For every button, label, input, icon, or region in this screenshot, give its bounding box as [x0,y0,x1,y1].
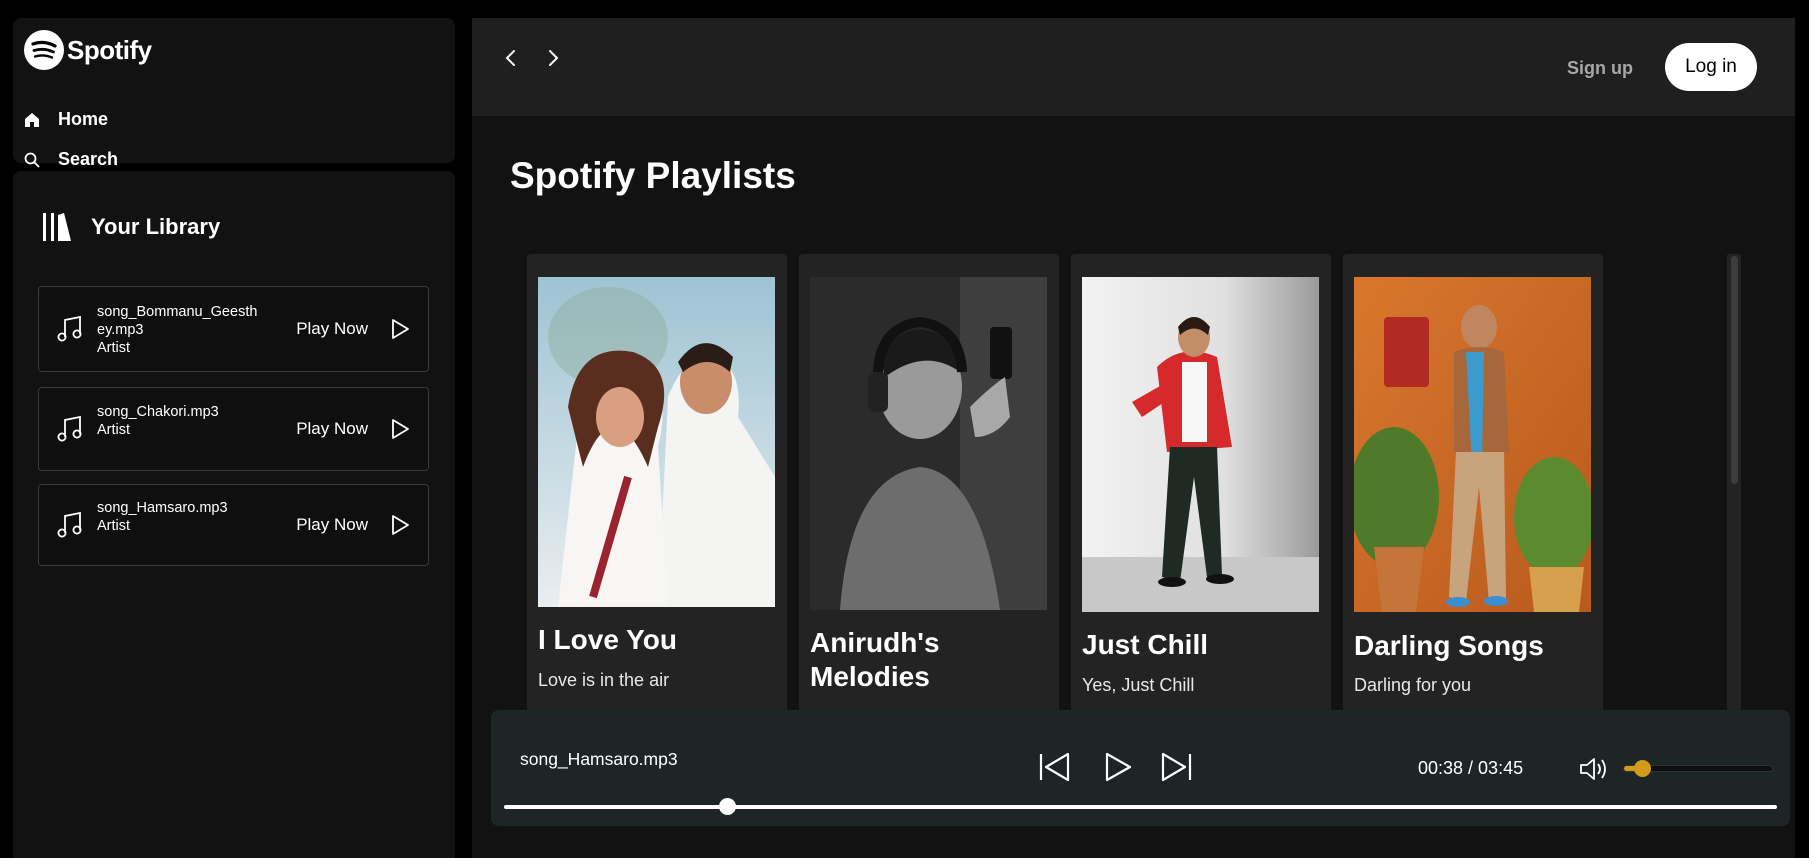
chevron-left-icon [505,50,515,66]
scrollbar-thumb[interactable] [1731,256,1738,484]
playlist-card[interactable]: Just Chill Yes, Just Chill [1071,254,1331,729]
library-song-card[interactable]: song_Hamsaro.mp3 Artist Play Now [38,484,429,566]
spotify-wordmark: Spotify [67,34,152,65]
playlist-title: I Love You [538,624,677,655]
music-note-icon [57,511,82,538]
nav-item-label: Home [58,109,109,129]
playlist-card[interactable]: I Love You Love is in the air [527,254,787,729]
back-button[interactable] [496,44,524,72]
volume-icon[interactable] [1579,756,1609,782]
song-info: song_Hamsaro.mp3 Artist [97,499,267,535]
play-pause-icon[interactable] [1103,751,1133,783]
nav-panel: Spotify Home Search [13,18,455,169]
play-icon[interactable] [390,514,410,536]
nav-item-home[interactable]: Home [24,109,108,130]
song-name: song_Chakori.mp3 [97,404,219,420]
library-header[interactable]: Your Library [41,211,220,243]
forward-button[interactable] [540,44,568,72]
music-note-icon [57,315,82,342]
song-info: song_Chakori.mp3 Artist [97,403,267,439]
search-icon [24,152,40,167]
home-icon [25,112,39,127]
top-bar: Sign up Log in [472,18,1795,116]
player-bar: song_Hamsaro.mp3 00:38 / 03:45 [491,710,1790,826]
spotify-logo-icon [24,30,64,70]
playlist-description: Darling for you [1354,675,1472,695]
playback-time: 00:38 / 03:45 [1418,758,1524,778]
seek-thumb[interactable] [718,798,736,815]
play-icon[interactable] [390,318,410,340]
previous-track-icon[interactable] [1038,751,1072,783]
playlist-scrollbar[interactable] [1727,254,1741,714]
now-playing-title: song_Hamsaro.mp3 [520,749,678,769]
library-song-card[interactable]: song_Chakori.mp3 Artist Play Now [38,387,429,471]
sign-up-button[interactable]: Sign up [1567,58,1633,79]
next-track-icon[interactable] [1159,751,1193,783]
song-info: song_Bommanu_Geesth ey.mp3 Artist [97,303,267,357]
music-note-icon [57,415,82,442]
section-title: Spotify Playlists [510,155,796,196]
playlist-cover-image [538,277,775,607]
playlist-card[interactable]: Anirudh's Melodies [799,254,1059,729]
log-in-button[interactable]: Log in [1665,43,1757,91]
nav-item-label: Search [58,149,119,169]
playlist-title: Just Chill [1082,629,1209,660]
library-song-card[interactable]: song_Bommanu_Geesth ey.mp3 Artist Play N… [38,286,429,372]
song-artist: Artist [97,340,131,356]
play-now-button[interactable]: Play Now [296,419,368,439]
playlist-cover-image [810,277,1047,610]
nav-item-search[interactable]: Search [24,149,118,170]
seek-bar[interactable] [504,798,1777,815]
library-title: Your Library [91,214,221,239]
playlist-cover-image [1082,277,1319,612]
spotify-logo[interactable]: Spotify [24,30,152,70]
playlist-title: Darling Songs [1354,630,1544,661]
library-icon [43,213,71,241]
volume-slider[interactable] [1623,760,1773,777]
playlist-row: I Love You Love is in the air Anirudh's … [527,254,1603,729]
playlist-title: Anirudh's Melodies [810,627,940,692]
playlist-description: Yes, Just Chill [1082,675,1195,695]
play-now-button[interactable]: Play Now [296,515,368,535]
playlist-cover-image [1354,277,1591,612]
chevron-right-icon [549,50,559,66]
library-panel: Your Library song_Bommanu_Geesth ey.mp3 … [13,171,455,858]
song-name-line: ey.mp3 [97,322,144,338]
song-name-line: song_Bommanu_Geesth [97,304,258,320]
play-icon[interactable] [390,418,410,440]
song-artist: Artist [97,422,131,438]
volume-thumb[interactable] [1633,760,1651,777]
song-artist: Artist [97,518,131,534]
playlist-description: Love is in the air [538,670,670,690]
play-now-button[interactable]: Play Now [296,319,368,339]
song-name: song_Hamsaro.mp3 [97,500,228,516]
playlist-card[interactable]: Darling Songs Darling for you [1343,254,1603,729]
